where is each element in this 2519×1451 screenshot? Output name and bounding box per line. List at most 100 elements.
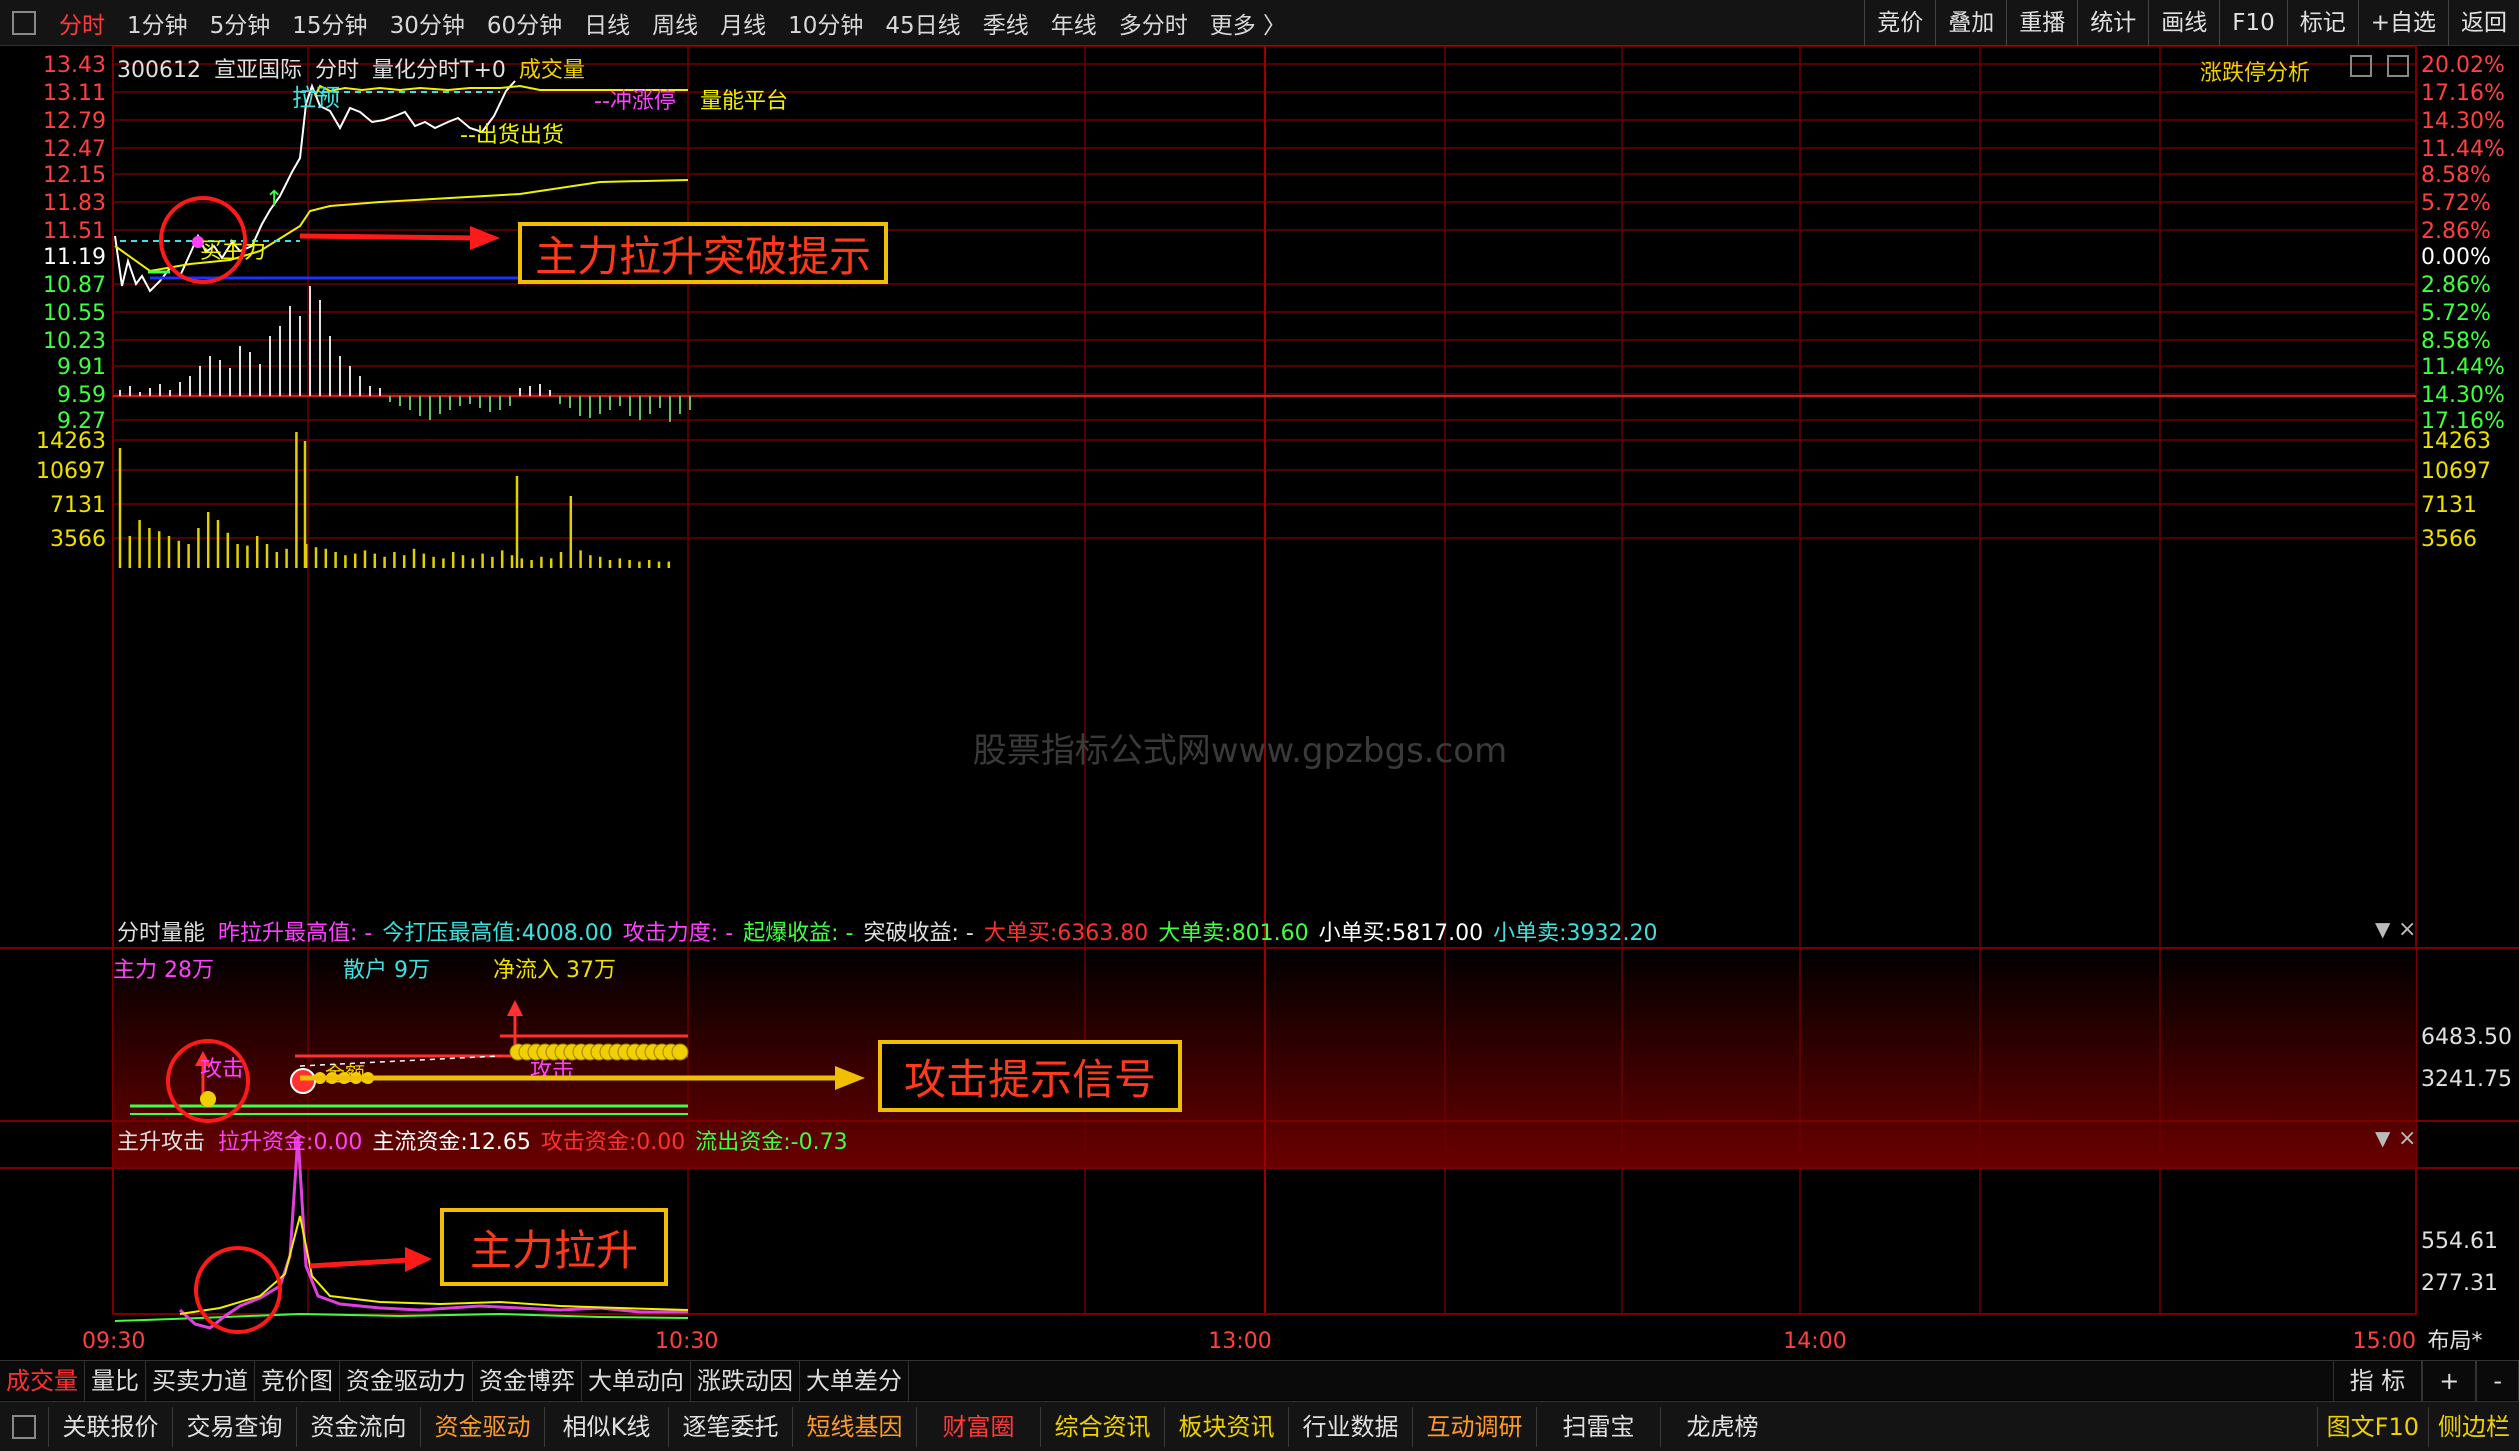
toolbar-button[interactable]: 竞价: [1864, 0, 1935, 46]
up-arrow-icon: ↑: [265, 187, 283, 212]
panel2-metric-label: 攻击资金:: [540, 1130, 637, 1155]
bottom-right-button[interactable]: 侧边栏: [2428, 1406, 2519, 1447]
toolbar-button[interactable]: 统计: [2077, 0, 2148, 46]
indicator-tab[interactable]: 量比: [85, 1360, 146, 1401]
price-tick-label: 11.19: [43, 245, 106, 270]
intraday-chart-area[interactable]: 股票指标公式网www.gpzbgs.com 13.43 13.11 12.79 12.…: [0, 46, 2519, 1360]
bottom-right-buttons: 图文F10 侧边栏: [2316, 1406, 2519, 1447]
indicator-tab[interactable]: 大单动向: [582, 1360, 691, 1401]
timeframe-tab[interactable]: 分时: [48, 6, 116, 40]
panel1-metric-label: 大单买:: [983, 921, 1058, 946]
panel1-axis-label: 6483.50: [2421, 1025, 2512, 1050]
bottom-tab[interactable]: 资金流向: [296, 1406, 420, 1447]
panel1-metric-label: 攻击力度:: [622, 921, 719, 946]
timeframe-tab[interactable]: 更多 〉: [1199, 6, 1297, 40]
volume-tick-label: 10697: [36, 459, 106, 484]
volume-axis-right: 14263 10697 7131 3566: [2421, 429, 2491, 552]
timeframe-tab[interactable]: 日线: [573, 6, 641, 40]
bottom-tab[interactable]: 短线基因: [792, 1406, 916, 1447]
timeframe-tab[interactable]: 1分钟: [116, 6, 199, 40]
panel2-axis: 554.61 277.31: [2421, 1229, 2498, 1296]
percent-tick-label: 11.44%: [2421, 355, 2505, 380]
bottom-tab[interactable]: 行业数据: [1288, 1406, 1412, 1447]
bottom-tab[interactable]: 关联报价: [48, 1406, 172, 1447]
toolbar-button[interactable]: 画线: [2148, 0, 2219, 46]
indicator-tab[interactable]: 大单差分: [800, 1360, 909, 1401]
panel-toggle-icon[interactable]: [2387, 55, 2409, 77]
bottom-tab[interactable]: 龙虎榜: [1660, 1406, 1784, 1447]
timeframe-tab[interactable]: 多分时: [1108, 6, 1199, 40]
indicator-control[interactable]: +: [2422, 1360, 2477, 1401]
window-menu-icon[interactable]: [12, 10, 36, 35]
bottom-tab[interactable]: 板块资讯: [1164, 1406, 1288, 1447]
volume-bars: [118, 432, 671, 568]
toolbar-button[interactable]: +自选: [2357, 0, 2448, 46]
indicator-tab[interactable]: 资金博弈: [473, 1360, 582, 1401]
price-tick-label: 12.79: [43, 109, 106, 134]
panel1-metric-label: 起爆收益:: [743, 921, 839, 946]
pin-icon[interactable]: [2350, 55, 2372, 77]
toolbar-button[interactable]: 标记: [2286, 0, 2358, 46]
bottom-tab[interactable]: 综合资讯: [1040, 1406, 1164, 1447]
price-tick-label: 11.83: [43, 191, 106, 216]
bottom-right-button[interactable]: 图文F10: [2316, 1406, 2428, 1447]
timeframe-tab[interactable]: 30分钟: [379, 6, 476, 40]
gold-coin-icon: [671, 1043, 689, 1061]
panel1-metric-value: 3932.20: [1566, 921, 1658, 946]
price-tick-label: 13.11: [43, 81, 106, 106]
volume-tick-label: 14263: [2421, 429, 2491, 454]
price-tick-label: 10.87: [43, 273, 106, 298]
percent-axis-right: 20.02%17.16%14.30%11.44%8.58%5.72%2.86%0…: [2421, 53, 2505, 434]
watermark-text: 股票指标公式网www.gpzbgs.com: [973, 731, 1507, 771]
panel1-axis: 6483.50 3241.75: [2421, 1025, 2512, 1092]
indicator-tab[interactable]: 资金驱动力: [340, 1360, 473, 1401]
bottom-tab[interactable]: 相似K线: [544, 1406, 668, 1447]
limit-analysis-button[interactable]: 涨跌停分析: [2200, 55, 2310, 87]
timeframe-tab[interactable]: 60分钟: [476, 6, 573, 40]
timeframe-tab[interactable]: 45日线: [874, 6, 971, 40]
panel1-metric-label: 小单卖:: [1493, 921, 1567, 946]
timeframe-tab[interactable]: 季线: [972, 6, 1040, 40]
timeframe-tab[interactable]: 10分钟: [777, 6, 874, 40]
price-area-momentum-bars: [119, 286, 691, 422]
toolbar-button[interactable]: 叠加: [1935, 0, 2006, 46]
panel1-metric-value: -: [718, 921, 734, 946]
bottom-tab[interactable]: 互动调研: [1412, 1406, 1536, 1447]
indicator-control[interactable]: -: [2476, 1360, 2519, 1401]
panel2-metric-value: 12.65: [467, 1130, 531, 1155]
toolbar-button[interactable]: 返回: [2448, 0, 2519, 46]
bottom-tab[interactable]: 资金驱动: [420, 1406, 544, 1447]
indicator-tab[interactable]: 买卖力道: [146, 1360, 255, 1401]
timeframe-tab[interactable]: 15分钟: [281, 6, 378, 40]
panel2-metric-label: 主流资金:: [372, 1130, 468, 1155]
attack-label: 攻击: [200, 1057, 244, 1082]
indicator-tab[interactable]: 涨跌动因: [691, 1360, 800, 1401]
bottom-tab[interactable]: 交易查询: [172, 1406, 296, 1447]
timeframe-tab[interactable]: 年线: [1040, 6, 1108, 40]
sell-label: --出货出货: [460, 123, 564, 148]
panel1-metric-label: 昨拉升最高值:: [218, 921, 358, 946]
indicator-tab[interactable]: 竞价图: [255, 1360, 340, 1401]
toolbar-button[interactable]: 重播: [2006, 0, 2077, 46]
indicator-name[interactable]: 量化分时T+0: [372, 58, 506, 83]
bottom-tab[interactable]: 逐笔委托: [668, 1406, 792, 1447]
timeframe-tab[interactable]: 月线: [709, 6, 777, 40]
panel1-metric-value: 6363.80: [1057, 921, 1149, 946]
toolbar-button[interactable]: F10: [2219, 0, 2287, 46]
layout-button[interactable]: 布局*: [2427, 1329, 2482, 1354]
bottom-tab[interactable]: 财富圈: [916, 1406, 1040, 1447]
dropdown-icon[interactable]: ▼: [2375, 917, 2391, 941]
indicator-control[interactable]: 指 标: [2332, 1360, 2423, 1401]
menu-icon[interactable]: [12, 1414, 36, 1439]
price-tick-label: 9.59: [57, 383, 106, 408]
indicator-tab[interactable]: 成交量: [0, 1360, 85, 1401]
close-icon[interactable]: ×: [2398, 917, 2416, 942]
timeframe-tabs: 分时 1分钟 5分钟 15分钟 30分钟 60分钟 日线 周线 月线 10分钟 45日线 季线 年线 多分…: [48, 6, 1297, 40]
bottom-tab[interactable]: 扫雷宝: [1536, 1406, 1660, 1447]
price-tick-label: 10.23: [43, 329, 106, 354]
timeframe-tab[interactable]: 周线: [641, 6, 709, 40]
dropdown-icon[interactable]: ▼: [2375, 1126, 2391, 1150]
close-icon[interactable]: ×: [2398, 1126, 2416, 1151]
timeframe-tab[interactable]: 5分钟: [199, 6, 282, 40]
annotation-attack: 攻击提示信号: [878, 1040, 1182, 1112]
